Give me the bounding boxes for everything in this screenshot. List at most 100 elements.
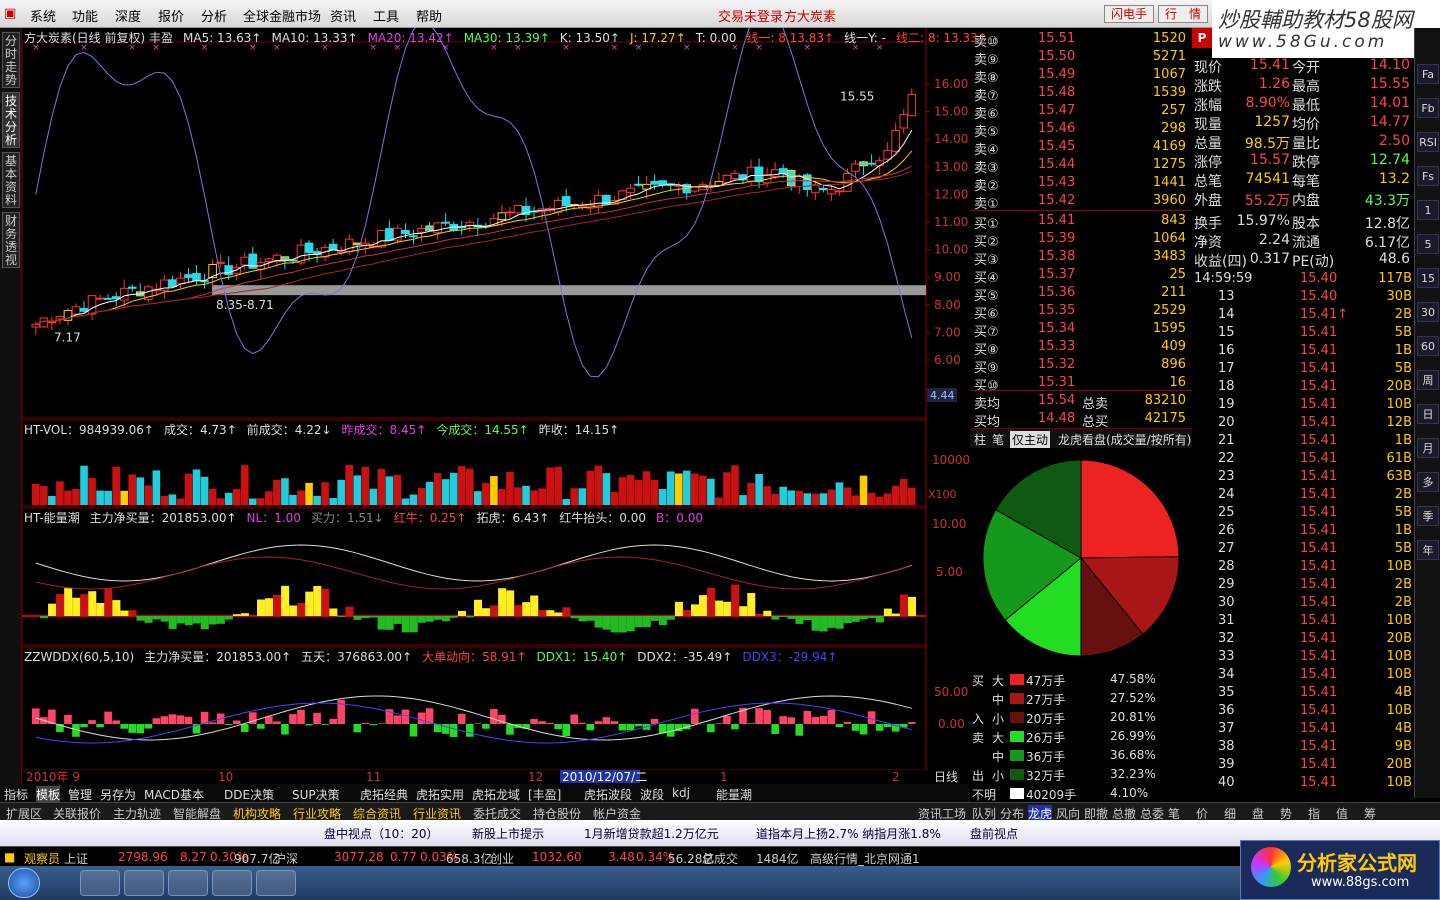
order-row[interactable]: 买⑤ 15.36 211 [970, 284, 1192, 304]
order-price: 15.32 [1038, 357, 1076, 372]
ddx-bar-negative [883, 724, 892, 727]
taskbar-app-5[interactable] [256, 870, 296, 896]
chart-canvas[interactable]: 16.0015.0014.0013.0012.0011.0010.009.008… [22, 28, 970, 798]
candle-body [417, 227, 426, 233]
order-row[interactable]: 买⑨ 15.32 896 [970, 356, 1192, 376]
energy-down-area [361, 616, 370, 619]
indicator-tab[interactable]: 管理 [68, 786, 92, 803]
app-icon[interactable]: ▣ [4, 6, 16, 21]
taskbar-app-1[interactable] [80, 870, 120, 896]
indicator-tab[interactable]: 虎拓龙域 [472, 786, 520, 803]
order-row[interactable]: 买③ 15.38 3483 [970, 248, 1192, 268]
p-icon[interactable]: P [1192, 28, 1212, 48]
right-tool-button[interactable]: Fb [1417, 98, 1439, 118]
volume-header: HT-VOL：984939.06↑ 成交：4.73↑ 前成交：4.22↓ 昨成交：8.… [24, 421, 629, 438]
right-tool-button[interactable]: 年 [1417, 540, 1439, 560]
quote-button[interactable]: 行 情 [1158, 5, 1209, 23]
indicator-tab[interactable]: 另存为 [100, 786, 136, 803]
right-tool-button[interactable]: 30 [1417, 302, 1439, 322]
menu-depth[interactable]: 深度 [115, 6, 141, 25]
indicator-tab[interactable]: kdj [672, 786, 690, 800]
order-row[interactable]: 买① 15.41 843 [970, 212, 1192, 232]
indicator-tab[interactable]: MACD基本 [144, 786, 204, 803]
right-tool-button[interactable]: RSI [1417, 132, 1439, 152]
energy-up-area [498, 588, 507, 616]
menu-function[interactable]: 功能 [72, 6, 98, 25]
indicator-tab[interactable]: [丰盈] [528, 786, 561, 803]
menu-tools[interactable]: 工具 [373, 6, 399, 25]
volume-bar [530, 490, 538, 505]
news-item[interactable]: 盘中视点（10：20） [324, 825, 439, 842]
right-tool-button[interactable]: 月 [1417, 438, 1439, 458]
order-row[interactable]: 买⑥ 15.35 2529 [970, 302, 1192, 322]
energy-down-area [385, 616, 394, 630]
tab-fundamentals[interactable]: 基本资料 [2, 152, 20, 208]
menu-analysis[interactable]: 分析 [201, 6, 227, 25]
volume-bar [763, 486, 771, 505]
indicator-tab[interactable]: DDE决策 [224, 786, 274, 803]
menu-global[interactable]: 全球金融市场 [243, 6, 321, 25]
tab-bar[interactable]: 柱 [974, 431, 986, 448]
tab-technical[interactable]: 技术分析 [2, 92, 20, 148]
right-tool-button[interactable]: Fs [1417, 166, 1439, 186]
right-tool-button[interactable]: Fa [1417, 64, 1439, 84]
order-row[interactable]: 卖④ 15.45 4169 [970, 138, 1192, 158]
indicator-tab[interactable]: 虎拓波段 [584, 786, 632, 803]
right-tool-button[interactable]: 季 [1417, 506, 1439, 526]
date-axis-label: 2 [892, 770, 900, 784]
indicator-tab[interactable]: 能量潮 [716, 786, 752, 803]
order-row[interactable]: 买⑧ 15.33 409 [970, 338, 1192, 358]
order-row[interactable]: 买⑦ 15.34 1595 [970, 320, 1192, 340]
energy-up-area [257, 599, 266, 616]
order-row[interactable]: 卖⑤ 15.46 298 [970, 120, 1192, 140]
tick-volume: 20B [1386, 631, 1412, 646]
indicator-tab[interactable]: 模板 [36, 786, 61, 803]
taskbar-app-2[interactable] [124, 870, 164, 896]
order-row[interactable]: 卖② 15.43 1441 [970, 174, 1192, 194]
news-item[interactable]: 1月新增贷款超1.2万亿元 [584, 825, 719, 842]
news-item[interactable]: 新股上市提示 [472, 825, 544, 842]
order-row[interactable]: 卖⑥ 15.47 257 [970, 102, 1192, 122]
right-tool-button[interactable]: 多 [1417, 472, 1439, 492]
observer-icon[interactable]: ■ [4, 850, 15, 864]
tab-finance[interactable]: 财务透视 [2, 212, 20, 268]
right-tool-button[interactable]: 5 [1417, 234, 1439, 254]
indicator-tab[interactable]: 虎拓实用 [416, 786, 464, 803]
news-item[interactable]: 盘前视点 [970, 825, 1018, 842]
tab-active-only[interactable]: 仅主动 [1010, 431, 1051, 448]
right-tool-button[interactable]: 周 [1417, 370, 1439, 390]
order-row[interactable]: 卖⑧ 15.49 1067 [970, 66, 1192, 86]
indicator-tab[interactable]: SUP决策 [292, 786, 340, 803]
order-row[interactable]: 买② 15.39 1064 [970, 230, 1192, 250]
taskbar-app-3[interactable] [168, 870, 208, 896]
news-item[interactable]: 道指本月上扬2.7% 纳指月涨1.8% [756, 825, 941, 842]
status-item[interactable]: 观察员 [24, 850, 60, 867]
right-tool-button[interactable]: 1 [1417, 200, 1439, 220]
chart-area[interactable]: 16.00 15.00 14.00 13.00 12.00 11.00 10.00 9.00 8… [22, 28, 988, 798]
flash-trade-button[interactable]: 闪电手 [1104, 5, 1155, 23]
tab-dragon-tiger[interactable]: 龙虎看盘(成交量/按所有) [1058, 431, 1191, 448]
order-row[interactable]: 买④ 15.37 25 [970, 266, 1192, 286]
tab-ticks[interactable]: 笔 [992, 431, 1004, 448]
menu-quote[interactable]: 报价 [158, 6, 184, 25]
menu-help[interactable]: 帮助 [416, 6, 442, 25]
right-tool-button[interactable]: 60 [1417, 336, 1439, 356]
start-button[interactable] [8, 868, 40, 898]
period-label[interactable]: 日线 [934, 770, 958, 784]
right-tool-button[interactable]: 日 [1417, 404, 1439, 424]
menu-system[interactable]: 系统 [30, 6, 56, 25]
indicator-tab[interactable]: 波段 [640, 786, 664, 803]
right-tool-button[interactable]: 15 [1417, 268, 1439, 288]
volume-bar [80, 465, 88, 505]
order-row[interactable]: 卖⑦ 15.48 1539 [970, 84, 1192, 104]
tab-intraday[interactable]: 分时走势 [2, 32, 20, 88]
order-row[interactable]: 卖⑨ 15.50 5271 [970, 48, 1192, 68]
order-row[interactable]: 卖③ 15.44 1275 [970, 156, 1192, 176]
order-row[interactable]: 卖① 15.42 3960 [970, 192, 1192, 212]
order-row[interactable]: 卖⑩ 15.51 1520 [970, 30, 1192, 50]
indicator-tab[interactable]: 指标 [4, 786, 28, 803]
menu-news[interactable]: 资讯 [330, 6, 356, 25]
taskbar-app-4[interactable] [212, 870, 252, 896]
volume-bar [433, 473, 442, 505]
indicator-tab[interactable]: 虎拓经典 [360, 786, 408, 803]
